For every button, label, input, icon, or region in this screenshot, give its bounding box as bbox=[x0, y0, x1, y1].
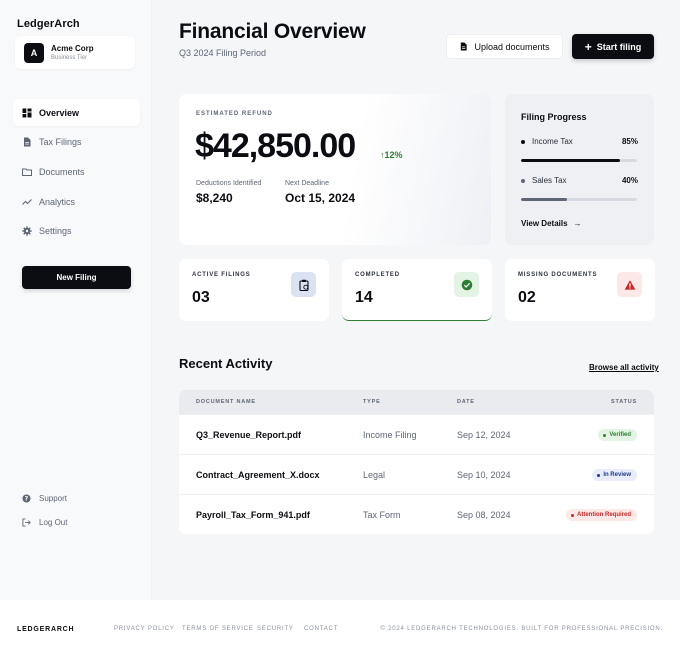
filing-progress-card: Filing Progress Income Tax 85% Sales Tax… bbox=[505, 94, 654, 245]
refund-amount: $42,850.00 bbox=[195, 127, 356, 165]
upload-documents-button[interactable]: Upload documents bbox=[446, 34, 563, 59]
bullet-icon bbox=[521, 140, 525, 144]
file-icon bbox=[22, 137, 32, 147]
grid-icon bbox=[22, 108, 32, 118]
new-filing-button[interactable]: New Filing bbox=[22, 266, 131, 289]
security-link[interactable]: SECURITY bbox=[257, 626, 294, 632]
contact-link[interactable]: CONTACT bbox=[304, 626, 338, 632]
recent-activity-title: Recent Activity bbox=[179, 356, 273, 371]
estimated-refund-card: ESTIMATED REFUND $42,850.00 ↑12% Deducti… bbox=[179, 94, 491, 245]
upload-label: Upload documents bbox=[474, 41, 550, 52]
completed-card[interactable]: COMPLETED 14 bbox=[342, 259, 492, 321]
gear-icon bbox=[22, 226, 32, 236]
svg-text:?: ? bbox=[25, 495, 29, 502]
footer: LEDGERARCH PRIVACY POLICY TERMS OF SERVI… bbox=[0, 600, 680, 659]
page-title: Financial Overview bbox=[179, 20, 366, 43]
sidebar-item-settings[interactable]: Settings bbox=[13, 218, 140, 245]
start-filing-button[interactable]: + Start filing bbox=[572, 34, 654, 59]
col-document-name[interactable]: DOCUMENT NAME bbox=[196, 399, 256, 405]
support-label: Support bbox=[39, 493, 68, 503]
table-header: DOCUMENT NAME TYPE DATE STATUS bbox=[179, 390, 654, 414]
folder-icon bbox=[22, 167, 32, 177]
start-label: Start filing bbox=[596, 41, 642, 52]
sidebar-item-label: Settings bbox=[39, 226, 72, 237]
status-badge: Verified bbox=[598, 429, 637, 441]
logout-link[interactable]: Log Out bbox=[22, 514, 132, 530]
refund-delta: ↑12% bbox=[380, 150, 403, 160]
sales-progress-bar bbox=[521, 198, 637, 201]
sidebar-nav: Overview Tax Filings Documents Analytics… bbox=[13, 99, 140, 247]
terms-of-service-link[interactable]: TERMS OF SERVICE bbox=[182, 626, 254, 632]
table-row[interactable]: Payroll_Tax_Form_941.pdf Tax Form Sep 08… bbox=[179, 494, 654, 534]
deadline-value: Oct 15, 2024 bbox=[285, 191, 356, 205]
active-filings-card[interactable]: ACTIVE FILINGS 03 bbox=[179, 259, 329, 321]
sidebar-item-label: Analytics bbox=[39, 196, 76, 207]
org-avatar: A bbox=[24, 43, 44, 63]
plus-icon: + bbox=[584, 39, 592, 54]
status-badge: In Review bbox=[592, 469, 637, 481]
col-type[interactable]: TYPE bbox=[363, 399, 381, 405]
org-tier: Business Tier bbox=[51, 55, 88, 61]
brand-logo[interactable]: LedgerArch bbox=[17, 18, 80, 30]
sidebar-footer: ? Support Log Out bbox=[22, 490, 132, 538]
logout-icon bbox=[22, 517, 31, 527]
footer-brand: LEDGERARCH bbox=[17, 626, 75, 633]
table-row[interactable]: Contract_Agreement_X.docx Legal Sep 10, … bbox=[179, 454, 654, 494]
document-icon bbox=[461, 42, 468, 51]
arrow-right-icon: → bbox=[573, 219, 582, 228]
copyright: © 2024 LEDGERARCH TECHNOLOGIES. BUILT FO… bbox=[380, 626, 663, 632]
col-status[interactable]: STATUS bbox=[611, 399, 637, 405]
sidebar-item-tax-filings[interactable]: Tax Filings bbox=[13, 129, 140, 156]
status-badge: Attention Required bbox=[566, 509, 637, 521]
deductions-label: Deductions Identified bbox=[196, 180, 262, 187]
sidebar-item-label: Tax Filings bbox=[39, 137, 82, 148]
help-icon: ? bbox=[22, 493, 31, 502]
deadline-label: Next Deadline bbox=[285, 180, 329, 187]
col-date[interactable]: DATE bbox=[457, 399, 475, 405]
org-name: Acme Corp bbox=[51, 44, 94, 53]
check-circle-icon bbox=[454, 272, 479, 297]
view-details-link[interactable]: View Details → bbox=[521, 219, 582, 228]
page-subtitle: Q3 2024 Filing Period bbox=[179, 48, 267, 58]
sidebar: LedgerArch A Acme Corp Business Tier Ove… bbox=[0, 0, 152, 600]
warning-icon bbox=[617, 272, 642, 297]
sidebar-item-analytics[interactable]: Analytics bbox=[13, 188, 140, 215]
trend-icon bbox=[22, 197, 32, 207]
progress-title: Filing Progress bbox=[521, 112, 587, 122]
browse-all-activity-link[interactable]: Browse all activity bbox=[589, 363, 659, 372]
privacy-policy-link[interactable]: PRIVACY POLICY bbox=[114, 626, 175, 632]
support-link[interactable]: ? Support bbox=[22, 490, 132, 506]
sidebar-item-label: Documents bbox=[39, 166, 85, 177]
table-row[interactable]: Q3_Revenue_Report.pdf Income Filing Sep … bbox=[179, 414, 654, 454]
income-progress-bar bbox=[521, 159, 637, 162]
bullet-icon bbox=[521, 179, 525, 183]
deductions-value: $8,240 bbox=[196, 191, 233, 205]
logout-label: Log Out bbox=[39, 517, 68, 527]
sidebar-item-label: Overview bbox=[39, 107, 80, 118]
missing-documents-card[interactable]: MISSING DOCUMENTS 02 bbox=[505, 259, 655, 321]
sidebar-item-overview[interactable]: Overview bbox=[13, 99, 140, 126]
sidebar-item-documents[interactable]: Documents bbox=[13, 158, 140, 185]
org-switcher[interactable]: A Acme Corp Business Tier bbox=[15, 36, 135, 69]
clipboard-icon bbox=[291, 272, 316, 297]
activity-table: DOCUMENT NAME TYPE DATE STATUS Q3_Revenu… bbox=[179, 390, 654, 534]
refund-label: ESTIMATED REFUND bbox=[196, 111, 273, 117]
